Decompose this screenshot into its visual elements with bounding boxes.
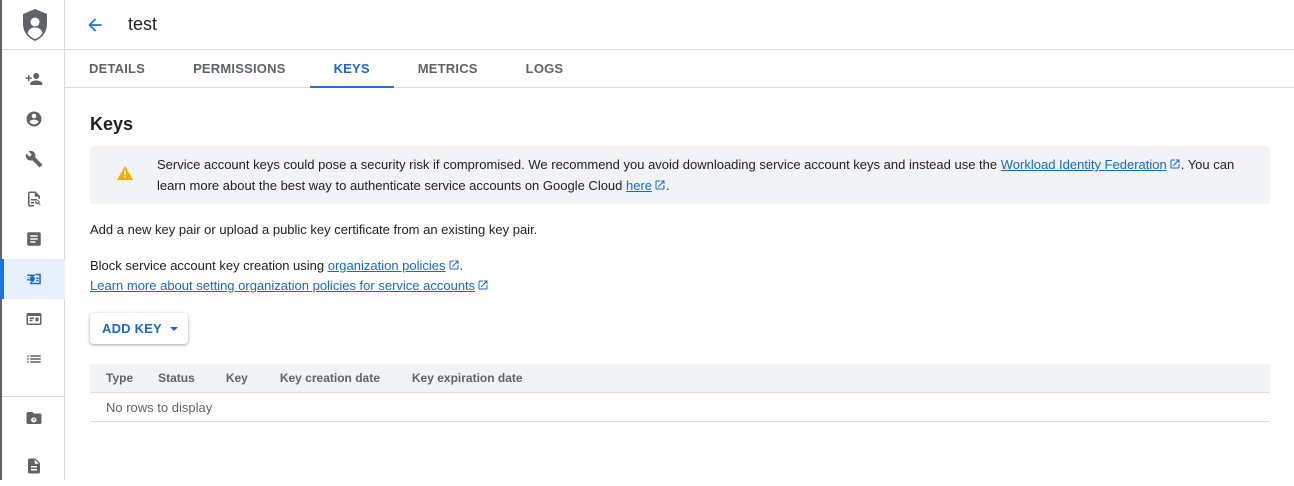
workload-identity-federation-link[interactable]: Workload Identity Federation: [1001, 157, 1167, 172]
block-creation-end: .: [459, 258, 464, 273]
document-edit-icon: [27, 458, 40, 474]
block-creation-line: Block service account key creation using…: [90, 256, 1270, 276]
external-link-icon: [654, 176, 666, 190]
account-circle-icon: [26, 111, 41, 127]
arrow-back-icon: [88, 17, 102, 32]
column-header-key[interactable]: Key: [226, 371, 248, 385]
left-nav-rail: [0, 0, 65, 480]
rail-item-list[interactable]: [2, 339, 65, 379]
rail-item-service-accounts[interactable]: [0, 259, 65, 299]
organization-policies-link[interactable]: organization policies: [328, 258, 446, 273]
rail-item-person-add[interactable]: [2, 59, 65, 99]
banner-text-part: .: [666, 178, 670, 193]
empty-table-message: No rows to display: [90, 393, 1270, 422]
id-card-icon: [26, 313, 41, 325]
dropdown-arrow-icon: [169, 326, 178, 331]
tab-logs[interactable]: LOGS: [502, 50, 588, 87]
column-header-type[interactable]: Type: [106, 371, 133, 385]
tab-details[interactable]: DETAILS: [65, 50, 169, 87]
tab-metrics[interactable]: METRICS: [394, 50, 502, 87]
external-link-icon: [477, 277, 489, 290]
rail-item-document-edit[interactable]: [2, 446, 65, 486]
column-header-creation-date[interactable]: Key creation date: [280, 371, 380, 385]
rail-item-workload-identity[interactable]: [2, 299, 65, 339]
external-link-icon: [448, 257, 460, 270]
warning-icon: [117, 166, 133, 180]
table-header: Type Status Key Key creation date Key ex…: [90, 364, 1270, 393]
intro-text: Add a new key pair or upload a public ke…: [90, 222, 538, 237]
learn-more-org-policies-link[interactable]: Learn more about setting organization po…: [90, 278, 475, 293]
org-policy-text: Block service account key creation using…: [90, 256, 1270, 296]
banner-text: Service account keys could pose a securi…: [157, 154, 1246, 196]
learn-more-line: Learn more about setting organization po…: [90, 276, 1270, 296]
rail-item-wrench[interactable]: [2, 139, 65, 179]
wrench-icon: [25, 150, 42, 168]
rail-item-article[interactable]: [2, 219, 65, 259]
page-header: test: [65, 0, 1294, 50]
add-key-label: ADD KEY: [102, 321, 162, 336]
add-key-button[interactable]: ADD KEY: [90, 313, 188, 344]
settings-folder-icon: [26, 412, 41, 424]
section-title: Keys: [90, 114, 134, 134]
rail-item-account[interactable]: [2, 99, 65, 139]
security-warning-banner: Service account keys could pose a securi…: [90, 146, 1270, 204]
rail-item-settings[interactable]: [2, 398, 65, 438]
rail-divider: [2, 49, 65, 50]
here-link[interactable]: here: [626, 178, 652, 193]
tab-bar: DETAILS PERMISSIONS KEYS METRICS LOGS: [65, 50, 1294, 88]
keys-panel: Keys Service account keys could pose a s…: [90, 88, 1270, 422]
person-add-icon: [25, 73, 42, 85]
tab-keys[interactable]: KEYS: [309, 50, 394, 88]
page-title: test: [128, 14, 158, 34]
service-account-icon: [26, 273, 41, 285]
policy-document-icon: [27, 191, 41, 207]
article-icon: [26, 232, 41, 246]
block-creation-text: Block service account key creation using: [90, 258, 328, 273]
banner-text-part: Service account keys could pose a securi…: [157, 157, 1001, 172]
iam-shield-logo-icon[interactable]: [21, 8, 49, 42]
rail-divider: [2, 396, 65, 397]
list-icon: [26, 355, 41, 363]
keys-table: Type Status Key Key creation date Key ex…: [90, 364, 1270, 422]
back-button[interactable]: [83, 13, 107, 37]
rail-item-policy[interactable]: [2, 179, 65, 219]
external-link-icon: [1169, 155, 1181, 169]
column-header-status[interactable]: Status: [158, 371, 195, 385]
tab-permissions[interactable]: PERMISSIONS: [169, 50, 310, 87]
column-header-expiration-date[interactable]: Key expiration date: [412, 371, 523, 385]
